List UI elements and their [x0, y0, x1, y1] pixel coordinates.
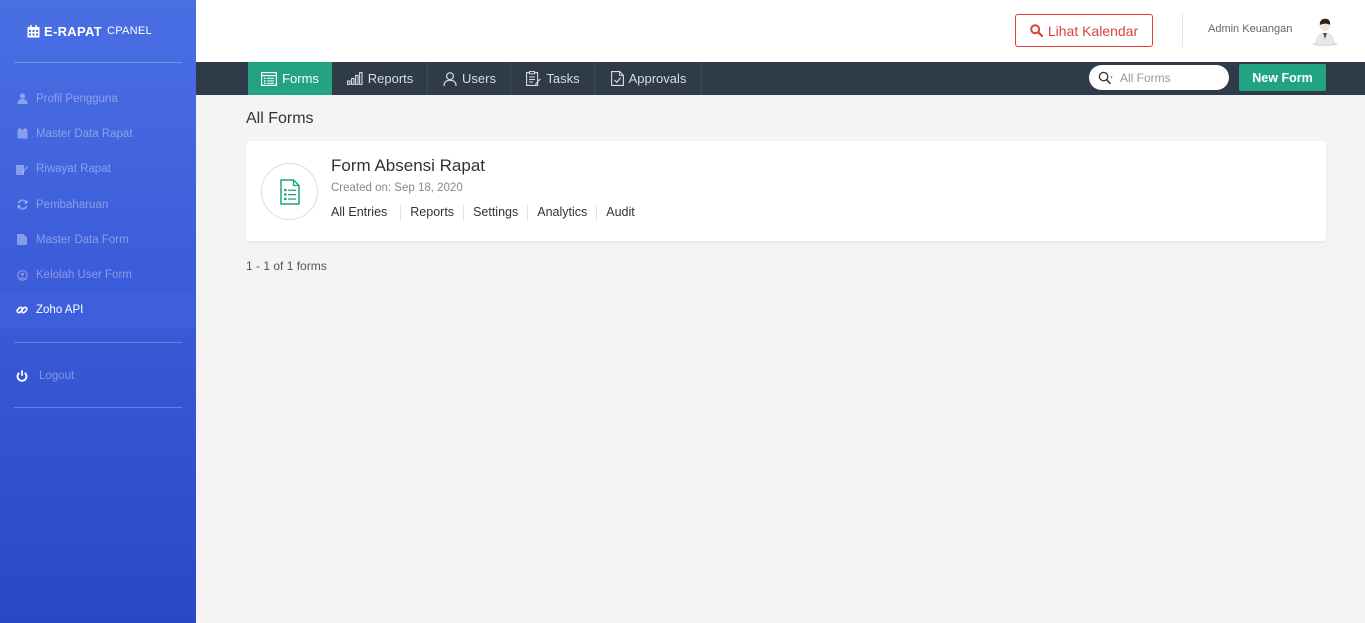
sidebar-divider [14, 342, 182, 344]
calendar-icon [16, 128, 28, 140]
tab-reports[interactable]: Reports [333, 62, 428, 95]
sidebar-item-riwayat-rapat[interactable]: Riwayat Rapat [0, 152, 196, 187]
sidebar-item-zoho-api[interactable]: Zoho API [0, 292, 196, 329]
sidebar-item-profil-pengguna[interactable]: Profil Pengguna [0, 81, 196, 116]
form-links: All Entries Reports Settings Analytics A… [331, 205, 644, 220]
clipboard-icon [526, 71, 542, 86]
avatar[interactable] [1311, 16, 1339, 46]
app-navbar: Forms Reports Users Tasks Approvals New … [196, 62, 1365, 95]
approval-document-icon [610, 71, 624, 86]
tab-label: Reports [367, 71, 414, 86]
top-header: Lihat Kalendar Admin Keuangan [196, 0, 1365, 62]
tab-users[interactable]: Users [429, 62, 511, 95]
sidebar-item-label: Pembaharuan [36, 198, 109, 211]
form-icon[interactable] [261, 163, 318, 220]
tab-label: Tasks [546, 71, 580, 86]
lihat-kalendar-button[interactable]: Lihat Kalendar [1015, 14, 1153, 47]
sidebar-item-kelolah-user-form[interactable]: Kelolah User Form [0, 257, 196, 292]
brand-name: E-RAPAT [44, 23, 102, 39]
form-document-icon [279, 178, 300, 205]
tab-label: Forms [282, 71, 319, 86]
link-icon [16, 304, 28, 316]
sidebar-item-label: Profil Pengguna [36, 92, 118, 105]
refresh-icon [16, 199, 28, 211]
file-icon [16, 234, 28, 246]
tab-label: Approvals [628, 71, 687, 86]
sidebar-item-label: Master Data Rapat [36, 127, 133, 140]
sidebar-item-pembaharuan[interactable]: Pembaharuan [0, 187, 196, 222]
calendar-icon [27, 24, 40, 37]
search-input[interactable] [1120, 70, 1220, 85]
tab-approvals[interactable]: Approvals [596, 62, 702, 95]
sidebar-item-master-data-form[interactable]: Master Data Form [0, 222, 196, 257]
sidebar-item-label: Riwayat Rapat [36, 163, 111, 176]
tab-forms[interactable]: Forms [248, 62, 332, 95]
lihat-kalendar-label: Lihat Kalendar [1047, 22, 1139, 39]
search-icon [1030, 24, 1043, 37]
form-card: Form Absensi Rapat Created on: Sep 18, 2… [246, 141, 1326, 241]
new-form-button[interactable]: New Form [1239, 64, 1326, 91]
sidebar-item-master-data-rapat[interactable]: Master Data Rapat [0, 116, 196, 151]
search-icon [1098, 71, 1113, 84]
forms-search[interactable] [1089, 65, 1229, 90]
brand[interactable]: E-RAPAT CPANEL [0, 0, 196, 62]
edit-icon [16, 163, 28, 175]
bar-chart-icon [346, 72, 363, 85]
header-divider [1182, 13, 1183, 47]
brand-suffix: CPANEL [106, 25, 152, 37]
tab-tasks[interactable]: Tasks [512, 62, 595, 95]
sidebar-item-label: Master Data Form [36, 233, 129, 246]
sidebar-menu: Profil Pengguna Master Data Rapat Riwaya… [0, 63, 196, 329]
power-icon [16, 370, 28, 382]
reports-link[interactable]: Reports [400, 205, 463, 220]
logout-button[interactable]: Logout [0, 359, 196, 393]
sidebar-divider [14, 407, 182, 409]
forms-icon [261, 71, 278, 86]
tab-label: Users [462, 71, 496, 86]
sidebar-item-label: Zoho API [36, 304, 84, 317]
user-icon [16, 93, 28, 105]
audit-link[interactable]: Audit [596, 205, 644, 220]
page-title: All Forms [246, 110, 314, 127]
sidebar-item-label: Kelolah User Form [36, 269, 132, 282]
user-icon [443, 71, 457, 86]
settings-link[interactable]: Settings [463, 205, 527, 220]
sidebar: E-RAPAT CPANEL Profil Pengguna Master Da… [0, 0, 196, 623]
form-created-date: Created on: Sep 18, 2020 [331, 182, 463, 194]
user-circle-icon [16, 269, 28, 281]
all-entries-link[interactable]: All Entries [331, 205, 400, 220]
form-title[interactable]: Form Absensi Rapat [331, 156, 485, 176]
logout-label: Logout [39, 370, 75, 383]
user-name[interactable]: Admin Keuangan [1208, 23, 1292, 35]
pagination-info: 1 - 1 of 1 forms [246, 259, 327, 273]
analytics-link[interactable]: Analytics [527, 205, 596, 220]
